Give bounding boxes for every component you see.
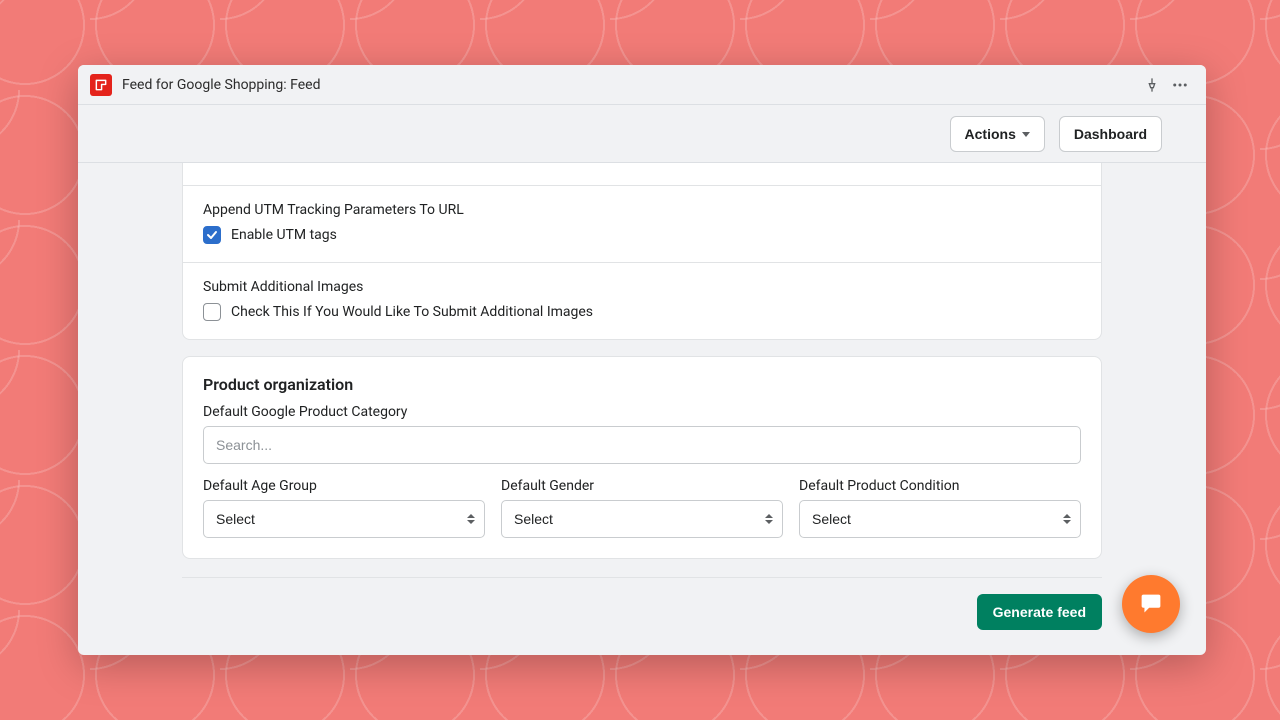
chevron-down-icon xyxy=(1022,132,1030,137)
dashboard-button-label: Dashboard xyxy=(1074,126,1147,142)
actions-button[interactable]: Actions xyxy=(950,116,1045,152)
age-group-field: Default Age Group Select xyxy=(203,478,485,538)
gender-field: Default Gender Select xyxy=(501,478,783,538)
generate-feed-button[interactable]: Generate feed xyxy=(977,594,1102,630)
app-title: Feed for Google Shopping: Feed xyxy=(122,77,320,93)
toolbar: Actions Dashboard xyxy=(78,105,1206,163)
condition-select[interactable]: Select xyxy=(799,500,1081,538)
utm-section: Append UTM Tracking Parameters To URL En… xyxy=(183,185,1101,262)
utm-checkbox-label: Enable UTM tags xyxy=(231,227,337,243)
pin-icon[interactable] xyxy=(1138,71,1166,99)
product-organization-card: Product organization Default Google Prod… xyxy=(182,356,1102,559)
age-group-select[interactable]: Select xyxy=(203,500,485,538)
chat-fab[interactable] xyxy=(1122,575,1180,633)
card-top-spacer xyxy=(183,163,1101,185)
footer-actions: Generate feed xyxy=(182,578,1102,630)
gender-label: Default Gender xyxy=(501,478,783,494)
product-organization-heading: Product organization xyxy=(203,375,1081,394)
additional-images-checkbox-row: Check This If You Would Like To Submit A… xyxy=(203,303,1081,321)
additional-images-checkbox[interactable] xyxy=(203,303,221,321)
condition-label: Default Product Condition xyxy=(799,478,1081,494)
divider xyxy=(182,577,1102,578)
more-icon[interactable] xyxy=(1166,71,1194,99)
dashboard-button[interactable]: Dashboard xyxy=(1059,116,1162,152)
utm-checkbox[interactable] xyxy=(203,226,221,244)
actions-button-label: Actions xyxy=(965,126,1016,142)
category-label: Default Google Product Category xyxy=(203,404,1081,420)
additional-images-section: Submit Additional Images Check This If Y… xyxy=(183,262,1101,339)
gender-select[interactable]: Select xyxy=(501,500,783,538)
additional-images-title: Submit Additional Images xyxy=(203,279,1081,295)
additional-images-checkbox-label: Check This If You Would Like To Submit A… xyxy=(231,304,593,320)
settings-card: Append UTM Tracking Parameters To URL En… xyxy=(182,163,1102,340)
generate-feed-label: Generate feed xyxy=(993,604,1086,620)
condition-field: Default Product Condition Select xyxy=(799,478,1081,538)
app-logo-icon xyxy=(90,74,112,96)
background-pattern: Feed for Google Shopping: Feed Actions D… xyxy=(0,0,1280,720)
title-bar: Feed for Google Shopping: Feed xyxy=(78,65,1206,105)
category-search-input[interactable] xyxy=(203,426,1081,464)
app-window: Feed for Google Shopping: Feed Actions D… xyxy=(78,65,1206,655)
content-area: Append UTM Tracking Parameters To URL En… xyxy=(78,163,1206,655)
chat-icon xyxy=(1136,589,1166,619)
utm-checkbox-row: Enable UTM tags xyxy=(203,226,1081,244)
utm-section-title: Append UTM Tracking Parameters To URL xyxy=(203,202,1081,218)
select-row: Default Age Group Select Default Gender xyxy=(203,478,1081,538)
age-group-label: Default Age Group xyxy=(203,478,485,494)
